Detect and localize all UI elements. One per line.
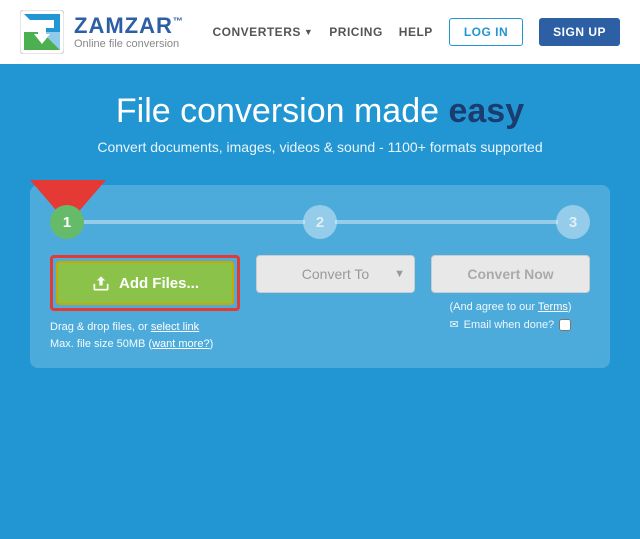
step2-area: Convert To ▼ (256, 255, 415, 293)
login-button[interactable]: LOG IN (449, 18, 523, 46)
step3-hint: (And agree to our Terms) ✉ Email when do… (449, 299, 571, 334)
terms-link[interactable]: Terms (538, 301, 568, 313)
navbar: ZAMZAR™ Online file conversion CONVERTER… (0, 0, 640, 64)
add-files-button[interactable]: Add Files... (56, 261, 234, 305)
nav-converters[interactable]: CONVERTERS ▼ (213, 25, 314, 39)
nav-pricing[interactable]: PRICING (329, 25, 383, 39)
step-line-2-3 (335, 220, 558, 224)
logo-subtitle: Online file conversion (74, 38, 184, 50)
conversion-wrapper: 1 2 3 Add Files... Drag & drop f (0, 175, 640, 388)
convert-to-wrapper: Convert To ▼ (256, 255, 415, 293)
hero-easy: easy (448, 92, 524, 130)
select-link[interactable]: select link (151, 321, 199, 333)
nav-help[interactable]: HELP (399, 25, 433, 39)
step3-area: Convert Now (And agree to our Terms) ✉ E… (431, 255, 590, 334)
upload-icon (91, 273, 111, 293)
conversion-box: 1 2 3 Add Files... Drag & drop f (30, 185, 610, 368)
email-when-done-label: Email when done? (464, 317, 555, 335)
hero-title: File conversion made easy (20, 92, 620, 131)
logo-text: ZAMZAR™ Online file conversion (74, 15, 184, 50)
logo-title: ZAMZAR™ (74, 15, 184, 37)
hero-subtitle: Convert documents, images, videos & soun… (20, 139, 620, 155)
want-more-link[interactable]: want more? (152, 338, 209, 350)
navbar-left: ZAMZAR™ Online file conversion (20, 10, 184, 54)
navbar-right: CONVERTERS ▼ PRICING HELP LOG IN SIGN UP (213, 18, 620, 46)
convert-to-select[interactable]: Convert To (256, 255, 415, 293)
email-row: ✉ Email when done? (449, 317, 571, 335)
step1-area: Add Files... Drag & drop files, or selec… (50, 255, 240, 352)
convert-now-button[interactable]: Convert Now (431, 255, 590, 293)
step-line-1-2 (82, 220, 305, 224)
email-checkbox[interactable] (559, 319, 571, 331)
add-files-highlight: Add Files... (50, 255, 240, 311)
controls-row: Add Files... Drag & drop files, or selec… (50, 255, 590, 352)
step-3-circle: 3 (556, 205, 590, 239)
step-1-circle: 1 (50, 205, 84, 239)
zamzar-logo-icon (20, 10, 64, 54)
step-2-circle: 2 (303, 205, 337, 239)
hero-section: File conversion made easy Convert docume… (0, 64, 640, 175)
converters-dropdown-arrow: ▼ (304, 27, 313, 37)
step1-hint: Drag & drop files, or select link Max. f… (50, 319, 240, 352)
steps-row: 1 2 3 (50, 205, 590, 239)
email-icon: ✉ (449, 317, 458, 335)
signup-button[interactable]: SIGN UP (539, 18, 620, 46)
